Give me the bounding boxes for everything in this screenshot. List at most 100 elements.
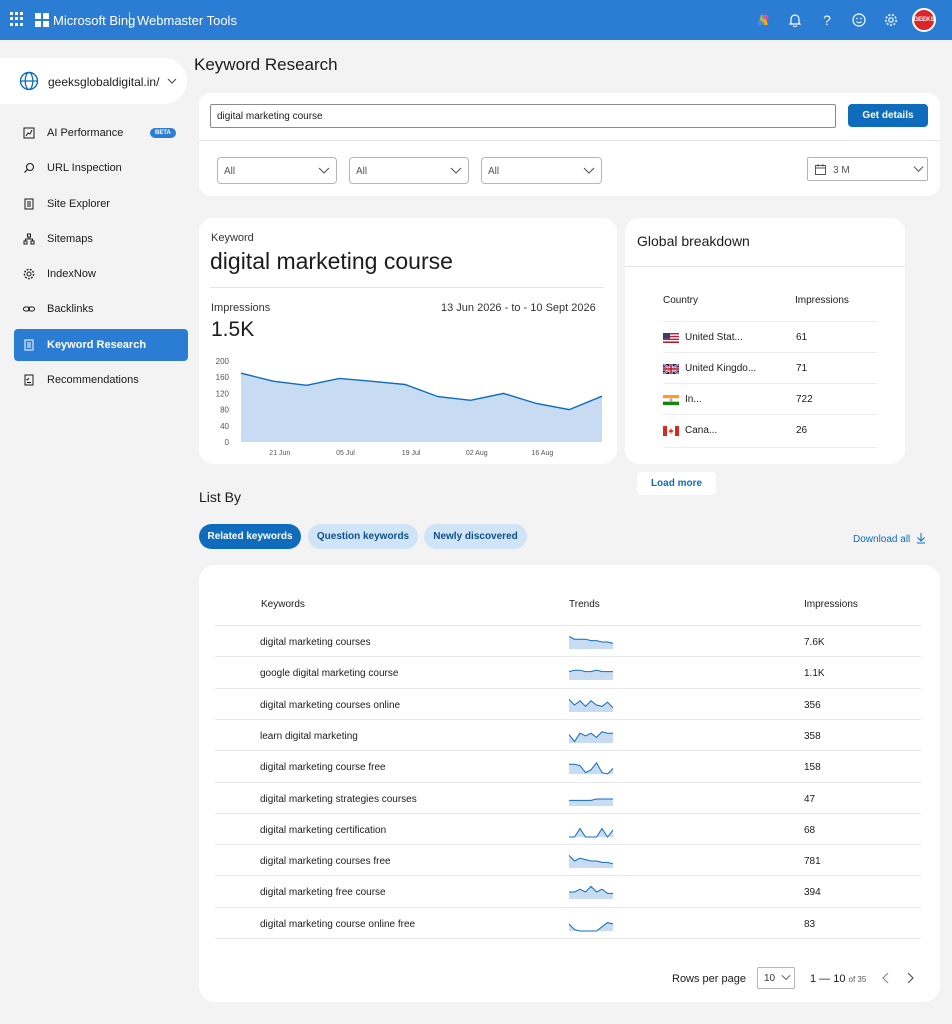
table-row[interactable]: digital marketing free course 394: [215, 875, 921, 906]
sparkline-area: [569, 636, 613, 649]
keyword-label: Keyword: [211, 232, 254, 244]
previous-page-icon[interactable]: [881, 971, 891, 988]
sidebar-item-backlinks[interactable]: Backlinks: [14, 293, 188, 325]
filter-value: All: [488, 166, 500, 177]
chevron-down-icon: [166, 74, 178, 92]
site-selector[interactable]: geeksglobaldigital.in/: [0, 58, 187, 104]
rows-per-page-select[interactable]: 10: [757, 967, 795, 989]
table-row[interactable]: digital marketing course online free 83: [215, 906, 921, 938]
next-page-icon[interactable]: [905, 971, 915, 988]
table-row[interactable]: google digital marketing course 1.1K: [215, 656, 921, 687]
user-avatar[interactable]: GEEKS: [912, 8, 936, 32]
avatar-text: GEEKS: [913, 17, 935, 23]
chevron-down-icon: [583, 164, 595, 179]
table-row[interactable]: digital marketing course free 158: [215, 750, 921, 781]
divider: [625, 266, 905, 267]
calendar-icon: [815, 164, 826, 178]
impressions-label: Impressions: [211, 302, 271, 314]
tab-question-keywords[interactable]: Question keywords: [308, 524, 418, 549]
load-more-button[interactable]: Load more: [637, 472, 716, 495]
india-flag-icon: [663, 395, 679, 405]
country-row: Cana... 26: [663, 414, 877, 445]
global-breakdown-card: Global breakdown Country Impressions Uni…: [625, 218, 905, 464]
site-name: geeksglobaldigital.in/: [48, 75, 160, 89]
keyword-cell[interactable]: digital marketing course free: [260, 762, 386, 773]
product-name[interactable]: Webmaster Tools: [137, 13, 237, 28]
keyword-cell[interactable]: digital marketing courses online: [260, 700, 400, 711]
document-icon: [22, 338, 36, 352]
sidebar-item-url-inspection[interactable]: URL Inspection: [14, 152, 188, 184]
brand-name[interactable]: Microsoft Bing: [53, 13, 135, 28]
keyword-search-input[interactable]: [210, 104, 836, 128]
sidebar-item-label: Site Explorer: [47, 197, 110, 210]
get-details-button[interactable]: Get details: [848, 104, 928, 127]
y-tick-label: 120: [216, 389, 230, 398]
table-row[interactable]: learn digital marketing 358: [215, 718, 921, 750]
sidebar-item-label: Recommendations: [47, 374, 139, 387]
trend-sparkline: [568, 635, 614, 649]
tab-related-keywords[interactable]: Related keywords: [199, 524, 301, 549]
country-name: United Stat...: [685, 332, 743, 343]
keyword-cell[interactable]: digital marketing courses free: [260, 856, 391, 867]
notifications-bell-icon[interactable]: [785, 10, 805, 30]
list-check-icon: [22, 373, 36, 387]
sidebar-item-keyword-research[interactable]: Keyword Research: [14, 328, 188, 361]
filter-value: All: [224, 166, 236, 177]
filter-select-3[interactable]: All: [481, 157, 602, 184]
table-row[interactable]: digital marketing courses online 356: [215, 687, 921, 719]
trend-sparkline: [568, 698, 614, 712]
country-row: United Stat... 61: [663, 321, 877, 352]
globe-icon: [19, 71, 39, 96]
y-tick-label: 80: [220, 406, 229, 415]
chevron-down-icon: [318, 164, 330, 179]
sidebar-item-site-explorer[interactable]: Site Explorer: [14, 188, 188, 220]
table-row[interactable]: digital marketing strategies courses 47: [215, 781, 921, 813]
impressions-cell: 358: [804, 730, 821, 742]
sidebar-item-ai-performance[interactable]: AI Performance BETA: [14, 117, 188, 149]
top-bar: Microsoft Bing Webmaster Tools ? GEEKS: [0, 0, 952, 40]
copilot-icon[interactable]: [753, 10, 773, 30]
keyword-cell[interactable]: digital marketing certification: [260, 825, 386, 836]
impressions-total: 1.5K: [211, 318, 255, 341]
keyword-cell[interactable]: google digital marketing course: [260, 668, 398, 679]
sidebar-item-indexnow[interactable]: IndexNow: [14, 258, 188, 290]
download-all-link[interactable]: Download all: [853, 532, 926, 547]
table-row[interactable]: digital marketing certification 68: [215, 812, 921, 844]
sidebar-item-sitemaps[interactable]: Sitemaps: [14, 223, 188, 255]
divider: [215, 938, 921, 939]
sparkline-area: [569, 855, 613, 869]
trend-sparkline: [569, 886, 613, 900]
keyword-cell[interactable]: digital marketing courses: [260, 637, 371, 648]
x-tick-label: 21 Jun: [269, 450, 290, 457]
download-icon: [916, 532, 926, 547]
country-impressions: 26: [796, 425, 808, 436]
impressions-column-header[interactable]: Impressions: [804, 599, 858, 610]
trend-sparkline: [569, 798, 613, 806]
keyword-cell[interactable]: digital marketing strategies courses: [260, 794, 417, 805]
table-row[interactable]: digital marketing courses free 781: [215, 844, 921, 875]
y-tick-label: 40: [220, 422, 229, 431]
settings-gear-icon[interactable]: [881, 10, 901, 30]
help-icon[interactable]: ?: [817, 10, 837, 30]
y-tick-label: 0: [225, 438, 230, 447]
country-row: In... 722: [663, 383, 877, 414]
date-range-select[interactable]: 3 M: [807, 157, 928, 181]
filter-select-1[interactable]: All: [217, 157, 337, 184]
sidebar-item-label: Backlinks: [47, 303, 94, 316]
microsoft-logo-icon: [35, 13, 49, 27]
x-tick-label: 02 Aug: [466, 450, 488, 457]
keyword-cell[interactable]: learn digital marketing: [260, 731, 358, 742]
keyword-cell[interactable]: digital marketing course online free: [260, 919, 415, 930]
filter-select-2[interactable]: All: [349, 157, 469, 184]
keywords-column-header[interactable]: Keywords: [261, 599, 305, 610]
sidebar-item-recommendations[interactable]: Recommendations: [14, 364, 188, 396]
impressions-cell: 781: [804, 856, 821, 868]
tab-newly-discovered[interactable]: Newly discovered: [424, 524, 527, 549]
keyword-cell[interactable]: digital marketing free course: [260, 887, 386, 898]
feedback-smiley-icon[interactable]: [849, 10, 869, 30]
x-tick-label: 16 Aug: [531, 450, 553, 457]
app-launcher-icon[interactable]: [10, 12, 24, 26]
y-tick-label: 200: [216, 357, 230, 366]
table-row[interactable]: digital marketing courses 7.6K: [215, 625, 921, 656]
chevron-down-icon: [913, 163, 924, 177]
